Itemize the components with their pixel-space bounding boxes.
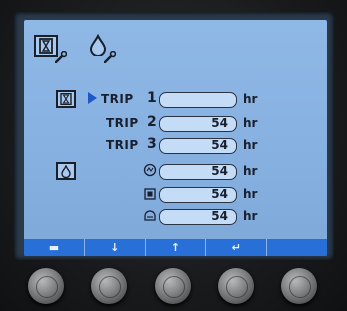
knob-1-button[interactable] <box>28 268 64 304</box>
hydraulic-oil-icon <box>144 210 156 221</box>
enter-softkey[interactable]: ↵ <box>206 239 268 256</box>
oil-drop-icon <box>61 165 71 178</box>
wrench-icon <box>104 51 116 63</box>
enter-icon: ↵ <box>231 241 241 254</box>
trip-2-value: 54 <box>211 116 228 130</box>
trip-2-field[interactable]: 54 <box>159 116 237 132</box>
hourglass-icon <box>39 38 53 54</box>
trip-3-value: 54 <box>211 138 228 152</box>
knob-2-button[interactable] <box>91 268 127 304</box>
engine-oil-unit: hr <box>243 164 258 178</box>
trip-number-1: 1 <box>147 90 157 106</box>
trip-label-1: TRIP <box>101 92 134 106</box>
engine-oil-value: 54 <box>211 164 228 178</box>
up-arrow-icon: ↑ <box>170 241 181 254</box>
down-arrow-icon: ↓ <box>110 241 120 254</box>
trip-number-3: 3 <box>147 136 157 152</box>
blank-softkey[interactable] <box>267 239 327 256</box>
hydraulic-oil-field[interactable]: 54 <box>159 209 237 225</box>
engine-oil-icon <box>143 163 157 177</box>
trip-label-3: TRIP <box>106 138 139 152</box>
selection-arrow-icon <box>88 92 97 104</box>
trip-hourglass-icon <box>56 90 76 108</box>
trip-1-unit: hr <box>243 92 258 106</box>
trip-number-2: 2 <box>147 114 157 130</box>
trip-3-field[interactable]: 54 <box>159 138 237 154</box>
hourglass-icon <box>60 93 72 105</box>
oil-filter-field[interactable]: 54 <box>159 187 237 203</box>
softkey-bar: ▬ ↓ ↑ ↵ <box>24 239 327 256</box>
knob-5-button[interactable] <box>281 268 317 304</box>
down-softkey[interactable]: ↓ <box>85 239 146 256</box>
oil-filter-unit: hr <box>243 187 258 201</box>
up-softkey[interactable]: ↑ <box>146 239 207 256</box>
hydraulic-oil-value: 54 <box>211 209 228 223</box>
lcd-screen: TRIP 1 hr TRIP 2 54 hr TRIP 3 54 hr 54 h… <box>24 20 327 256</box>
oil-filter-icon <box>144 188 156 200</box>
trip-3-unit: hr <box>243 138 258 152</box>
wrench-icon <box>55 51 67 63</box>
keyboard-softkey[interactable]: ▬ <box>24 239 85 256</box>
engine-oil-field[interactable]: 54 <box>159 164 237 180</box>
trip-2-unit: hr <box>243 116 258 130</box>
knob-4-button[interactable] <box>218 268 254 304</box>
keyboard-icon: ▬ <box>48 241 60 254</box>
trip-1-field[interactable] <box>159 92 237 108</box>
trip-label-2: TRIP <box>106 116 139 130</box>
knob-3-button[interactable] <box>155 268 191 304</box>
oil-filter-value: 54 <box>211 187 228 201</box>
oil-section-icon <box>56 162 76 180</box>
hydraulic-oil-unit: hr <box>243 209 258 223</box>
